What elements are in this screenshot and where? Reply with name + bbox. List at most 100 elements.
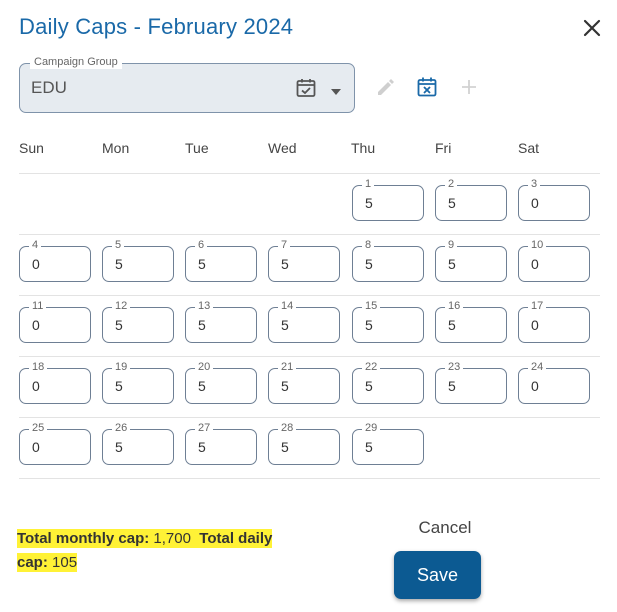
weekday-tue: Tue	[185, 140, 209, 156]
day-number: 23	[445, 361, 464, 374]
week-divider	[19, 295, 600, 296]
day-cap-value: 5	[198, 317, 206, 333]
day-cap-input[interactable]: 26 5	[102, 422, 174, 465]
week-divider	[19, 417, 600, 418]
day-number: 9	[445, 239, 458, 252]
day-number: 22	[362, 361, 381, 374]
day-cap-input[interactable]: 75	[268, 239, 340, 282]
day-cap-input[interactable]: 13 5	[185, 300, 257, 343]
day-cap-input[interactable]: 23 5	[435, 361, 507, 404]
edit-pencil-icon[interactable]	[374, 76, 396, 98]
day-number: 16	[445, 300, 464, 313]
day-cap-value: 0	[531, 317, 539, 333]
day-cap-input[interactable]: 17 0	[518, 300, 590, 343]
day-cap-input[interactable]: 16 5	[435, 300, 507, 343]
day-number: 21	[278, 361, 297, 374]
day-cap-input[interactable]: 95	[435, 239, 507, 282]
day-number: 2	[445, 178, 458, 191]
day-number: 1	[362, 178, 375, 191]
day-cap-input[interactable]: 25 0	[19, 422, 91, 465]
day-cap-input[interactable]: 30	[518, 178, 590, 221]
day-cap-input[interactable]: 27 5	[185, 422, 257, 465]
campaign-group-select[interactable]: Campaign Group EDU	[19, 55, 355, 113]
campaign-group-label: Campaign Group	[30, 55, 122, 69]
day-number: 15	[362, 300, 381, 313]
day-cap-value: 0	[32, 439, 40, 455]
day-cap-input[interactable]: 21 5	[268, 361, 340, 404]
day-number: 28	[278, 422, 297, 435]
close-icon[interactable]	[580, 16, 604, 40]
day-cap-input[interactable]: 19 5	[102, 361, 174, 404]
day-cap-input[interactable]: 28 5	[268, 422, 340, 465]
day-cap-input[interactable]: 10 0	[518, 239, 590, 282]
day-cap-input[interactable]: 85	[352, 239, 424, 282]
day-cap-input[interactable]: 40	[19, 239, 91, 282]
cancel-button[interactable]: Cancel	[400, 515, 490, 541]
week-divider	[19, 356, 600, 357]
monthly-cap-value: 1,700	[153, 530, 191, 547]
chevron-down-icon[interactable]	[330, 84, 342, 95]
day-number: 13	[195, 300, 214, 313]
day-cap-value: 5	[448, 195, 456, 211]
day-number: 6	[195, 239, 208, 252]
weekday-sat: Sat	[518, 140, 540, 156]
dialog-title: Daily Caps - February 2024	[19, 14, 294, 39]
day-cap-value: 5	[365, 195, 373, 211]
weekday-wed: Wed	[268, 140, 297, 156]
week-divider	[19, 234, 600, 235]
day-number: 26	[112, 422, 131, 435]
day-cap-input[interactable]: 25	[435, 178, 507, 221]
day-cap-value: 5	[198, 439, 206, 455]
day-cap-value: 0	[32, 256, 40, 272]
day-cap-value: 5	[281, 256, 289, 272]
day-cap-input[interactable]: 18 0	[19, 361, 91, 404]
day-cap-value: 0	[32, 378, 40, 394]
day-cap-value: 5	[281, 439, 289, 455]
day-number: 27	[195, 422, 214, 435]
day-number: 10	[528, 239, 547, 252]
day-cap-value: 5	[365, 256, 373, 272]
day-cap-value: 5	[198, 378, 206, 394]
day-cap-value: 5	[115, 439, 123, 455]
day-cap-input[interactable]: 24 0	[518, 361, 590, 404]
day-cap-value: 5	[365, 439, 373, 455]
calendar-remove-icon[interactable]	[416, 76, 438, 98]
day-cap-value: 5	[115, 378, 123, 394]
day-number: 20	[195, 361, 214, 374]
day-cap-input[interactable]: 29 5	[352, 422, 424, 465]
day-cap-value: 5	[448, 256, 456, 272]
day-cap-input[interactable]: 12 5	[102, 300, 174, 343]
weekday-thu: Thu	[351, 140, 376, 156]
day-cap-value: 5	[365, 317, 373, 333]
save-button[interactable]: Save	[394, 551, 481, 599]
day-cap-value: 5	[198, 256, 206, 272]
day-cap-input[interactable]: 22 5	[352, 361, 424, 404]
day-number: 7	[278, 239, 291, 252]
day-cap-input[interactable]: 15 5	[352, 300, 424, 343]
day-number: 17	[528, 300, 547, 313]
day-cap-value: 0	[32, 317, 40, 333]
day-cap-input[interactable]: 14 5	[268, 300, 340, 343]
add-icon[interactable]	[458, 76, 480, 98]
day-cap-input[interactable]: 20 5	[185, 361, 257, 404]
day-number: 14	[278, 300, 297, 313]
week-divider	[19, 173, 600, 174]
calendar-check-icon	[295, 77, 317, 99]
day-cap-value: 0	[531, 195, 539, 211]
day-cap-input[interactable]: 55	[102, 239, 174, 282]
day-cap-input[interactable]: 11 0	[19, 300, 91, 343]
day-cap-value: 5	[448, 378, 456, 394]
campaign-group-value: EDU	[31, 78, 67, 97]
day-cap-value: 5	[115, 317, 123, 333]
weekday-mon: Mon	[102, 140, 130, 156]
weekday-fri: Fri	[435, 140, 452, 156]
day-cap-input[interactable]: 65	[185, 239, 257, 282]
day-cap-input[interactable]: 15	[352, 178, 424, 221]
weekday-sun: Sun	[19, 140, 44, 156]
day-number: 19	[112, 361, 131, 374]
day-number: 5	[112, 239, 125, 252]
day-cap-value: 5	[115, 256, 123, 272]
day-cap-value: 0	[531, 256, 539, 272]
day-number: 3	[528, 178, 541, 191]
day-number: 24	[528, 361, 547, 374]
